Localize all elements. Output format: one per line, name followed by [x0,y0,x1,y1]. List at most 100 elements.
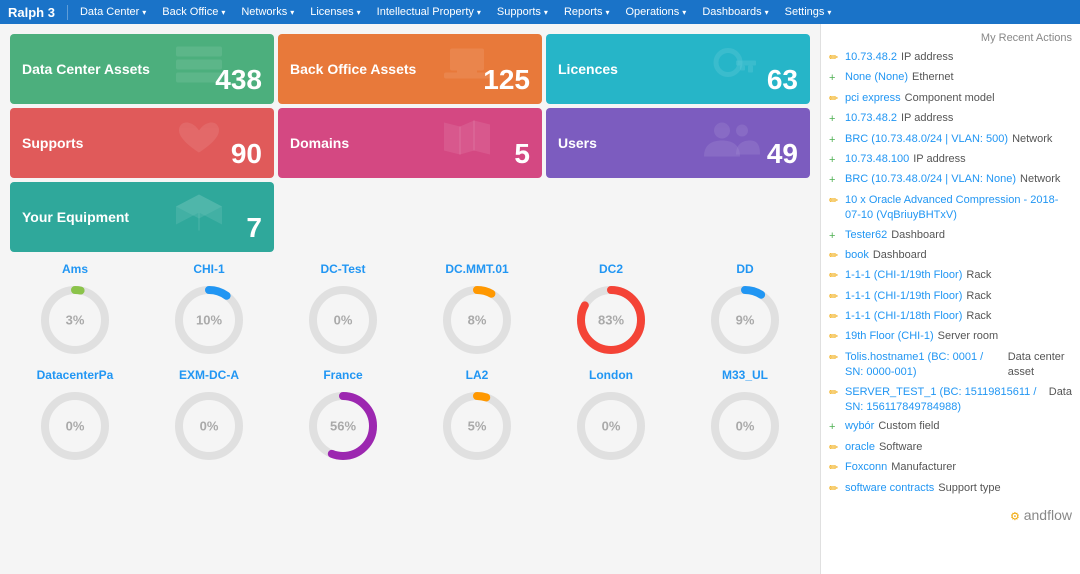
sidebar-link[interactable]: 10 x Oracle Advanced Compression - 2018-… [845,193,1068,224]
main-container: Data Center Assets 438 Back Office Asset… [0,24,1080,574]
card-users[interactable]: Users 49 [546,108,810,178]
nav-data-center[interactable]: Data Center ▾ [72,0,154,24]
sidebar-link[interactable]: 10.73.48.2 [845,50,897,65]
sidebar-link[interactable]: None (None) [845,70,908,85]
plus-icon: + [829,112,841,127]
edit-icon: ✏ [829,269,841,284]
chart-item[interactable]: CHI-1 10% [144,262,274,360]
donut-percentage: 9% [736,313,755,328]
sidebar-text: Support type [938,481,1000,496]
sidebar-text: IP address [901,50,953,65]
chart-item[interactable]: France56% [278,368,408,466]
card-title: Supports [22,135,83,151]
chart-item[interactable]: DC2 83% [546,262,676,360]
nav-networks[interactable]: Networks ▾ [233,0,302,24]
nav-settings[interactable]: Settings ▾ [777,0,840,24]
edit-icon: ✏ [829,461,841,476]
andflow-logo: ⚙ andflow [829,507,1072,523]
sidebar-link[interactable]: wybór [845,419,874,434]
sidebar-link[interactable]: Tolis.hostname1 (BC: 0001 / SN: 0000-001… [845,350,1004,381]
edit-icon: ✏ [829,194,841,209]
chart-item[interactable]: M33_UL0% [680,368,810,466]
sidebar-link[interactable]: Foxconn [845,460,887,475]
card-title: Licences [558,61,618,77]
donut-percentage: 0% [736,419,755,434]
sidebar-link[interactable]: BRC (10.73.48.0/24 | VLAN: 500) [845,132,1008,147]
chart-item[interactable]: DC-Test0% [278,262,408,360]
chart-item[interactable]: Ams3% [10,262,140,360]
chart-item[interactable]: DD 9% [680,262,810,360]
sidebar-text: Rack [966,268,991,283]
card-count: 7 [246,212,262,244]
donut-percentage: 10% [196,313,222,328]
chart-label: London [589,368,633,382]
sidebar-link[interactable]: Tester62 [845,228,887,243]
sidebar-link[interactable]: 10.73.48.2 [845,111,897,126]
card-supports[interactable]: Supports 90 [10,108,274,178]
card-domains[interactable]: Domains 5 [278,108,542,178]
nav-dashboards[interactable]: Dashboards ▾ [694,0,776,24]
donut-percentage: 83% [598,313,624,328]
sidebar-link[interactable]: 1-1-1 (CHI-1/19th Floor) [845,268,962,283]
sidebar-link[interactable]: 1-1-1 (CHI-1/18th Floor) [845,309,962,324]
sidebar-text: Manufacturer [891,460,956,475]
card-count: 49 [767,138,798,170]
donut-chart: 0% [571,386,651,466]
list-item: ✏book Dashboard [829,248,1072,264]
list-item: ✏ Foxconn Manufacturer [829,460,1072,476]
sidebar-link[interactable]: SERVER_TEST_1 (BC: 15119815611 / SN: 156… [845,385,1045,416]
list-item: ✏oracle Software [829,440,1072,456]
list-item: ✏1-1-1 (CHI-1/19th Floor) Rack [829,289,1072,305]
card-back-office-assets[interactable]: Back Office Assets 125 [278,34,542,104]
sidebar-link[interactable]: pci express [845,91,901,106]
navbar: Ralph 3 Data Center ▾ Back Office ▾ Netw… [0,0,1080,24]
chart-label: DC2 [599,262,623,276]
list-item: ✏19th Floor (CHI-1) Server room [829,329,1072,345]
list-item: ✏ 10 x Oracle Advanced Compression - 2018… [829,193,1072,224]
nav-supports[interactable]: Supports ▾ [489,0,556,24]
sidebar-text: Dashboard [873,248,927,263]
sidebar-link[interactable]: 19th Floor (CHI-1) [845,329,934,344]
nav-intellectual-property[interactable]: Intellectual Property ▾ [369,0,489,24]
edit-icon: ✏ [829,330,841,345]
card-title: Domains [290,135,349,151]
chart-label: DD [736,262,753,276]
nav-licenses[interactable]: Licenses ▾ [302,0,368,24]
card-licences[interactable]: Licences 63 [546,34,810,104]
sidebar-text: IP address [913,152,965,167]
nav-back-office[interactable]: Back Office ▾ [154,0,233,24]
chevron-down-icon: ▾ [142,8,146,17]
sidebar-text: Network [1020,172,1060,187]
charts-row1: Ams3%CHI-110%DC-Test0%DC.MMT.018%DC283%D… [10,262,810,360]
sidebar-link[interactable]: oracle [845,440,875,455]
donut-percentage: 3% [66,313,85,328]
sidebar-link[interactable]: 10.73.48.100 [845,152,909,167]
chart-label: DatacenterPa [37,368,114,382]
card-data-center-assets[interactable]: Data Center Assets 438 [10,34,274,104]
sidebar-title: My Recent Actions [829,32,1072,44]
sidebar-link[interactable]: book [845,248,869,263]
donut-chart: 3% [35,280,115,360]
nav-brand[interactable]: Ralph 3 [8,5,68,20]
chart-item[interactable]: DC.MMT.018% [412,262,542,360]
donut-chart: 10% [169,280,249,360]
sidebar-link[interactable]: BRC (10.73.48.0/24 | VLAN: None) [845,172,1016,187]
chart-item[interactable]: DatacenterPa0% [10,368,140,466]
nav-reports[interactable]: Reports ▾ [556,0,618,24]
nav-operations[interactable]: Operations ▾ [617,0,694,24]
donut-chart: 56% [303,386,383,466]
map-icon [442,119,492,168]
chevron-down-icon: ▾ [357,8,361,17]
card-your-equipment[interactable]: Your Equipment 7 [10,182,274,252]
chart-item[interactable]: LA25% [412,368,542,466]
chart-item[interactable]: EXM-DC-A0% [144,368,274,466]
list-item: ✏SERVER_TEST_1 (BC: 15119815611 / SN: 15… [829,385,1072,416]
card-title: Users [558,135,597,151]
chart-item[interactable]: London 0% [546,368,676,466]
chart-label: CHI-1 [193,262,224,276]
card-count: 90 [231,138,262,170]
edit-icon: ✏ [829,482,841,497]
donut-percentage: 5% [468,419,487,434]
sidebar-link[interactable]: software contracts [845,481,934,496]
sidebar-link[interactable]: 1-1-1 (CHI-1/19th Floor) [845,289,962,304]
